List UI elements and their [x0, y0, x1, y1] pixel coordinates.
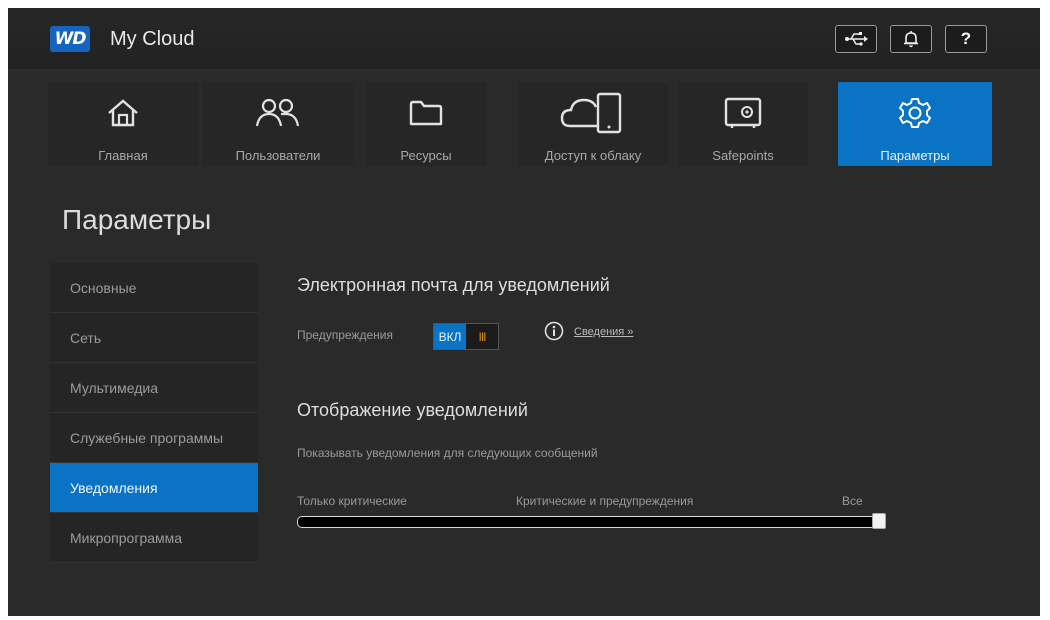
sidebar-item-utilities[interactable]: Служебные программы: [50, 413, 258, 463]
page-title: Параметры: [62, 204, 212, 235]
nav-label: Главная: [98, 148, 148, 163]
app-window: WD My Cloud ? Главная Пользователи Ресур…: [8, 8, 1040, 616]
main-nav: Главная Пользователи Ресурсы Доступ к об…: [48, 82, 998, 166]
sidebar-item-general[interactable]: Основные: [50, 263, 258, 313]
details-link[interactable]: Сведения »: [574, 326, 633, 338]
sidebar-item-notifications[interactable]: Уведомления: [50, 463, 258, 513]
settings-sidebar: Основные Сеть Мультимедиа Служебные прог…: [50, 263, 258, 563]
toggle-on-label: ВКЛ: [434, 324, 466, 349]
alerts-label: Предупреждения: [297, 328, 393, 342]
nav-item-shares[interactable]: Ресурсы: [366, 82, 486, 166]
display-description: Показывать уведомления для следующих соо…: [297, 446, 598, 460]
nav-item-settings[interactable]: Параметры: [838, 82, 992, 166]
alerts-button[interactable]: [890, 25, 932, 53]
sidebar-item-firmware[interactable]: Микропрограмма: [50, 513, 258, 563]
nav-label: Доступ к облаку: [544, 148, 642, 163]
help-button[interactable]: ?: [945, 25, 987, 53]
toggle-off-label: III: [478, 329, 486, 344]
info-icon[interactable]: [544, 321, 564, 341]
slider-handle[interactable]: [872, 513, 886, 529]
cloud-device-icon: [560, 92, 622, 134]
nav-label: Ресурсы: [400, 148, 452, 163]
nav-label: Safepoints: [712, 148, 774, 163]
sidebar-item-network[interactable]: Сеть: [50, 313, 258, 363]
gear-icon: [899, 98, 931, 128]
level-critical-only[interactable]: Только критические: [297, 494, 407, 508]
home-icon: [108, 99, 138, 127]
sidebar-item-media[interactable]: Мультимедиа: [50, 363, 258, 413]
wd-logo: WD: [50, 26, 90, 52]
app-title: My Cloud: [110, 28, 195, 50]
level-critical-and-warnings[interactable]: Критические и предупреждения: [516, 494, 693, 508]
folder-icon: [409, 100, 443, 126]
nav-label: Параметры: [880, 148, 950, 163]
display-section-title: Отображение уведомлений: [297, 400, 528, 420]
safe-icon: [724, 97, 762, 128]
alerts-toggle[interactable]: ВКЛ III: [433, 323, 499, 350]
nav-item-users[interactable]: Пользователи: [203, 82, 353, 166]
help-icon: ?: [960, 29, 972, 48]
top-bar: WD My Cloud ?: [8, 8, 1040, 70]
nav-item-safepoints[interactable]: Safepoints: [678, 82, 808, 166]
usb-icon: [845, 32, 868, 46]
nav-item-home[interactable]: Главная: [48, 82, 198, 166]
notification-level-slider[interactable]: [297, 516, 883, 528]
level-all[interactable]: Все: [842, 494, 863, 508]
email-section-title: Электронная почта для уведомлений: [297, 275, 610, 295]
bell-icon: [904, 31, 918, 48]
users-icon: [255, 98, 300, 127]
nav-label: Пользователи: [235, 148, 321, 163]
usb-button[interactable]: [835, 25, 877, 53]
nav-item-cloud-access[interactable]: Доступ к облаку: [518, 82, 668, 166]
